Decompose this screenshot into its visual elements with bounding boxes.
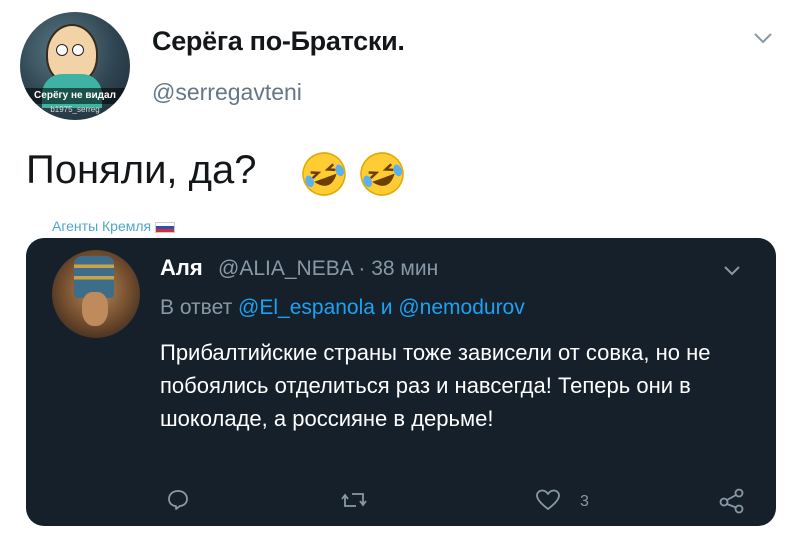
label-text: Агенты Кремля: [52, 218, 152, 234]
quoted-tweet-text: Прибалтийские страны тоже зависели от со…: [160, 340, 711, 431]
like-heart-icon[interactable]: [535, 488, 561, 512]
profile-avatar[interactable]: Серёгу не видал b1975_serreg: [20, 12, 130, 120]
retweet-icon[interactable]: [340, 488, 368, 512]
quoted-display-name[interactable]: Аля: [160, 255, 203, 281]
reply-prefix: В ответ: [160, 296, 233, 319]
chevron-down-icon[interactable]: [752, 30, 774, 46]
avatar-subcaption: b1975_serreg: [50, 105, 100, 114]
reply-context: В ответ @El_espanola и @nemodurov: [160, 296, 525, 320]
russian-flag-icon: [155, 221, 176, 233]
laughing-emoji-icon: [360, 152, 404, 196]
quoted-avatar[interactable]: [52, 250, 140, 338]
laughing-emoji-icon: [302, 152, 346, 196]
avatar-face: [82, 292, 108, 326]
share-icon[interactable]: [718, 488, 746, 514]
user-handle[interactable]: @serregavteni: [152, 79, 302, 106]
tweet-text: Поняли, да?: [26, 148, 257, 192]
like-count: 3: [580, 493, 589, 510]
quoted-handle-time[interactable]: @ALIA_NEBA · 38 мин: [218, 257, 438, 281]
reply-mentions[interactable]: @El_espanola и @nemodurov: [238, 296, 525, 319]
avatar-caption: Серёгу не видал: [20, 88, 130, 104]
display-name[interactable]: Серёга по-Братски.: [152, 26, 405, 57]
chevron-down-icon[interactable]: [722, 264, 742, 278]
state-affiliation-label: Агенты Кремля: [52, 218, 176, 234]
reply-icon[interactable]: [166, 488, 190, 512]
